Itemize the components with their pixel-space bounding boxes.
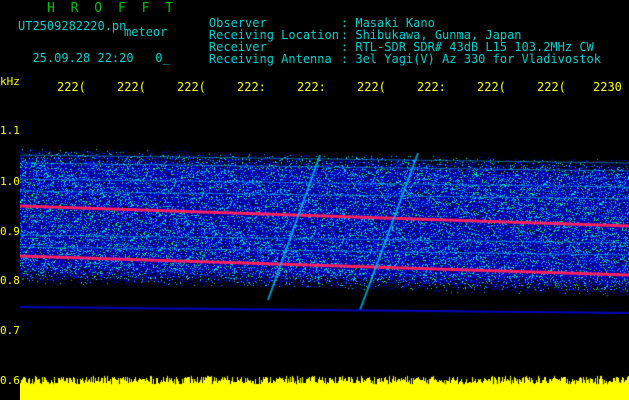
- date-time-value: 25.09.28 22:20: [32, 51, 134, 65]
- x-tick-label: 222:: [237, 80, 266, 94]
- y-tick-label: 0.8: [0, 274, 20, 287]
- marker-value: 0_: [155, 51, 170, 65]
- info-row-antenna: Receiving Antenna: [180, 41, 332, 77]
- x-tick-label: 222:: [417, 80, 446, 94]
- x-tick-label: 222(: [177, 80, 206, 94]
- y-axis-unit: kHz: [0, 75, 20, 88]
- x-tick-label: 222(: [117, 80, 146, 94]
- y-tick-label: 1.0: [0, 175, 20, 188]
- x-tick-label: 222(: [537, 80, 566, 94]
- y-tick-label: 1.1: [0, 124, 20, 137]
- info-value-antenna: : 3el Yagi(V) Az 330 for Vladivostok: [312, 41, 601, 77]
- y-tick-label: 0.9: [0, 225, 20, 238]
- y-tick-label: 0.7: [0, 324, 20, 337]
- app-title: H R O F F T: [47, 1, 178, 16]
- x-tick-label: 222(: [57, 80, 86, 94]
- x-tick-label: 222:: [297, 80, 326, 94]
- date-time: 25.09.28 22:20 0_: [18, 40, 170, 65]
- x-tick-label: 222(: [477, 80, 506, 94]
- meteor-label: meteor: [124, 25, 168, 39]
- file-name: UT2509282220.pn: [18, 19, 127, 33]
- x-tick-label: 2230: [593, 80, 622, 94]
- info-value: : 3el Yagi(V) Az 330 for Vladivostok: [340, 52, 601, 66]
- spectrogram: [20, 95, 629, 400]
- y-tick-label: 0.6: [0, 374, 20, 387]
- x-tick-label: 222(: [357, 80, 386, 94]
